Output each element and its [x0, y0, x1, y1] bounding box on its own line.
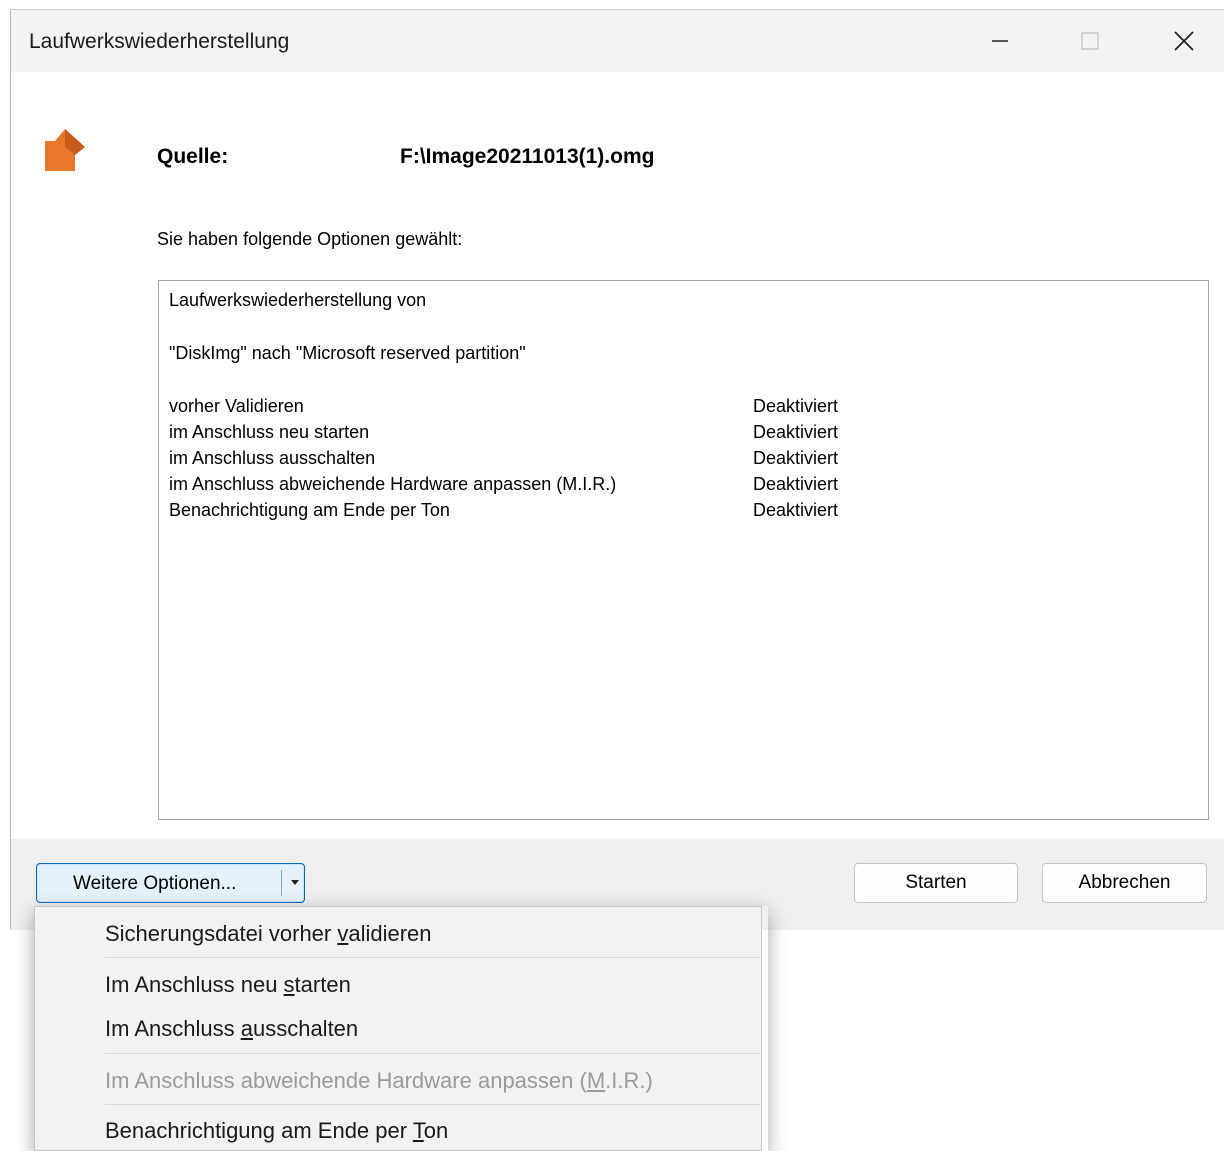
minimize-icon [992, 40, 1008, 42]
more-options-label: Weitere Optionen... [73, 873, 237, 894]
window-title: Laufwerkswiederherstellung [29, 30, 290, 53]
start-button[interactable]: Starten [854, 863, 1018, 903]
menu-item-text: Im Anschluss neu [105, 972, 284, 997]
option-status: Deaktiviert [753, 500, 839, 520]
option-name: im Anschluss abweichende Hardware anpass… [169, 474, 617, 494]
menu-item-mnemonic: s [283, 972, 295, 997]
menu-item-hardware-adjust: Im Anschluss abweichende Hardware anpass… [35, 1057, 761, 1101]
summary-option-row: vorher Validieren Deaktiviert [169, 393, 1199, 419]
menu-item-text: Benachrichtigung am Ende per [105, 1118, 413, 1143]
menu-item-text: on [423, 1118, 449, 1143]
caret-down-icon [291, 880, 299, 885]
menu-item-text: .I.R.) [605, 1068, 653, 1093]
menu-item-text: Im Anschluss abweichende Hardware anpass… [105, 1068, 587, 1093]
source-path: F:\Image20211013(1).omg [400, 145, 655, 168]
maximize-icon [1081, 32, 1099, 50]
summary-option-row: im Anschluss abweichende Hardware anpass… [169, 471, 1199, 497]
option-status: Deaktiviert [753, 396, 839, 416]
option-status: Deaktiviert [753, 422, 839, 442]
summary-heading: Laufwerkswiederherstellung von [169, 290, 427, 310]
options-intro: Sie haben folgende Optionen gewählt: [157, 229, 463, 249]
summary-option-row: im Anschluss ausschalten Deaktiviert [169, 445, 1199, 471]
restore-dialog: Laufwerkswiederherstellung Quelle: F:\Im… [10, 9, 1224, 930]
options-summary-box[interactable]: Laufwerkswiederherstellung von "DiskImg"… [158, 280, 1209, 820]
split-divider [281, 870, 282, 896]
title-bar: Laufwerkswiederherstellung [11, 10, 1224, 72]
summary-target: "DiskImg" nach "Microsoft reserved parti… [169, 343, 526, 363]
close-button[interactable] [1161, 18, 1207, 64]
option-status: Deaktiviert [753, 448, 839, 468]
menu-item-mnemonic: M [586, 1068, 606, 1093]
option-name: im Anschluss neu starten [169, 422, 370, 442]
menu-item-text: Im Anschluss [105, 1016, 241, 1041]
menu-separator [105, 957, 760, 958]
more-options-split-button[interactable]: Weitere Optionen... [36, 863, 305, 903]
menu-item-validate[interactable]: Sicherungsdatei vorher validieren [35, 910, 761, 954]
source-label: Quelle: [157, 145, 229, 168]
summary-option-row: im Anschluss neu starten Deaktiviert [169, 419, 1199, 445]
menu-item-notify-sound[interactable]: Benachrichtigung am Ende per Ton [35, 1107, 761, 1151]
minimize-button[interactable] [977, 18, 1023, 64]
menu-item-text: Sicherungsdatei vorher [105, 921, 338, 946]
start-button-label: Starten [905, 872, 967, 893]
option-name: im Anschluss ausschalten [169, 448, 376, 468]
cancel-button-label: Abbrechen [1078, 872, 1171, 893]
more-options-menu: Sicherungsdatei vorher validieren Im Ans… [34, 906, 762, 1151]
option-name: Benachrichtigung am Ende per Ton [169, 500, 450, 520]
menu-item-mnemonic: a [240, 1016, 253, 1041]
maximize-button [1067, 18, 1113, 64]
cancel-button[interactable]: Abbrechen [1042, 863, 1207, 903]
dropdown-arrow-button[interactable] [285, 864, 305, 902]
menu-item-text: alidieren [348, 921, 432, 946]
menu-item-shutdown[interactable]: Im Anschluss ausschalten [35, 1005, 761, 1049]
menu-item-text: usschalten [252, 1016, 359, 1041]
restore-arrow-icon [45, 129, 85, 171]
menu-separator [105, 1053, 760, 1054]
close-icon [1174, 31, 1194, 51]
menu-item-restart[interactable]: Im Anschluss neu starten [35, 961, 761, 1005]
menu-item-mnemonic: v [337, 921, 349, 946]
option-status: Deaktiviert [753, 474, 839, 494]
menu-item-text: tarten [294, 972, 351, 997]
menu-item-mnemonic: T [412, 1118, 424, 1143]
summary-option-row: Benachrichtigung am Ende per Ton Deaktiv… [169, 497, 1199, 523]
menu-separator [105, 1104, 760, 1105]
option-name: vorher Validieren [169, 396, 304, 416]
